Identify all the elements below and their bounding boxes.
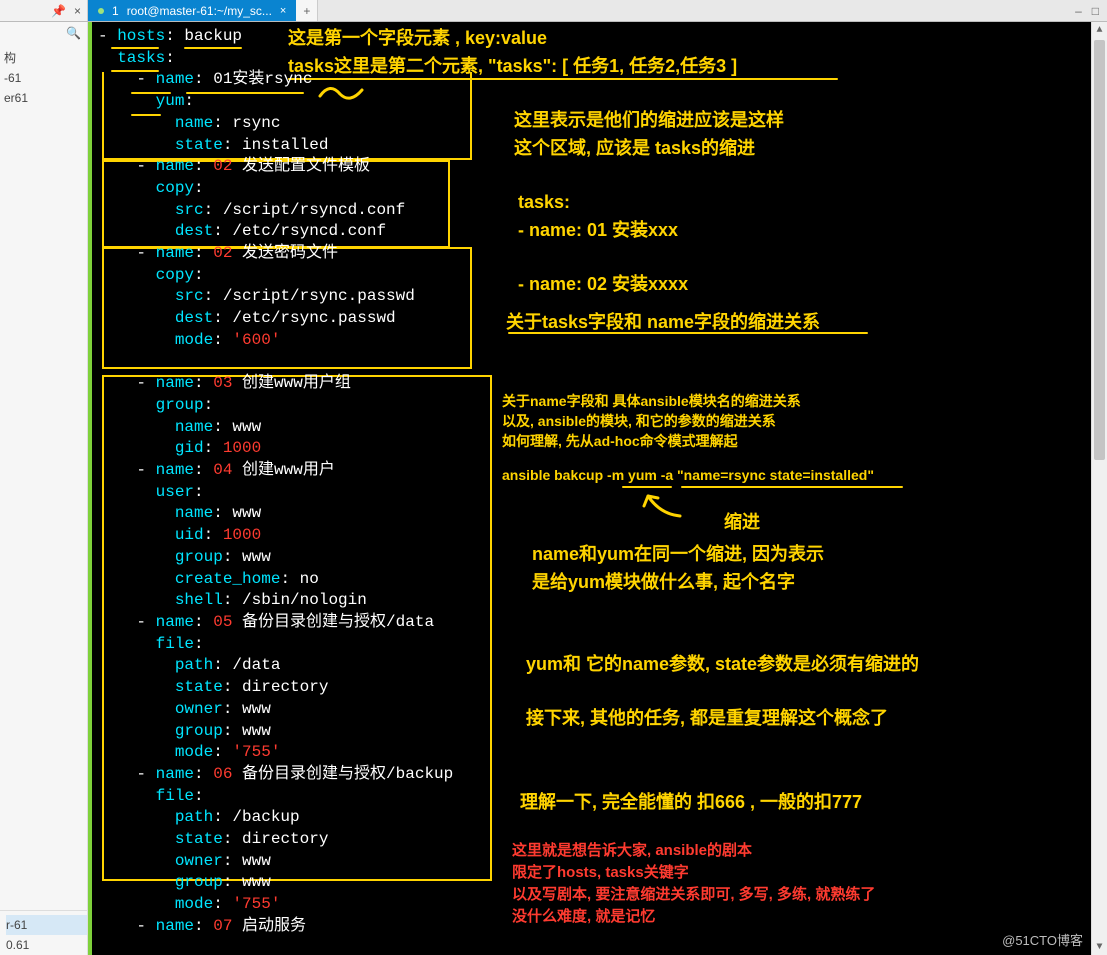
annotation: ansible bakcup -m yum -a "name=rsync sta… <box>502 466 874 486</box>
annotation: 关于tasks字段和 name字段的缩进关系 <box>506 310 820 335</box>
annotation-red: 以及写剧本, 要注意缩进关系即可, 多写, 多练, 就熟练了 <box>512 884 875 905</box>
annotation: yum和 它的name参数, state参数是必须有缩进的 <box>526 652 919 677</box>
maximize-icon[interactable]: □ <box>1092 4 1099 18</box>
annotation: tasks这里是第二个元素, "tasks": [ 任务1, 任务2,任务3 ] <box>288 54 737 79</box>
annotation: 这是第一个字段元素 , key:value <box>288 26 547 51</box>
watermark: @51CTO博客 <box>1002 930 1083 949</box>
annotation-red: 限定了hosts, tasks关键字 <box>512 862 689 883</box>
connection-status-icon <box>98 8 104 14</box>
tab-index: 1 <box>112 4 119 18</box>
tree-item[interactable]: er61 <box>4 88 87 108</box>
annotation-red: 没什么难度, 就是记忆 <box>512 906 655 927</box>
tab-add-button[interactable]: + <box>296 0 318 21</box>
window-controls: – □ <box>1067 0 1107 21</box>
tree-item[interactable]: 构 <box>4 48 87 68</box>
pin-icon[interactable]: 📌 <box>51 4 66 18</box>
sidebar: 🔍 构 -61 er61 r-61 0.61 <box>0 22 88 955</box>
terminal-gutter <box>88 22 92 955</box>
annotation: 关于name字段和 具体ansible模块名的缩进关系 <box>502 392 801 412</box>
annotation: 这个区域, 应该是 tasks的缩进 <box>514 136 755 161</box>
tab-active[interactable]: 1 root@master-61:~/my_sc... × <box>88 0 296 21</box>
session-item[interactable]: r-61 <box>6 915 87 935</box>
tab-left-controls: 📌 × <box>0 0 88 21</box>
annotation-red: 这里就是想告诉大家, ansible的剧本 <box>512 840 752 861</box>
annotation: 如何理解, 先从ad-hoc命令模式理解起 <box>502 432 738 452</box>
scroll-up-icon[interactable]: ▲ <box>1092 22 1107 38</box>
vertical-scrollbar[interactable]: ▲ ▼ <box>1091 22 1107 955</box>
minimize-icon[interactable]: – <box>1075 4 1082 18</box>
annotation: name和yum在同一个缩进, 因为表示 <box>532 542 824 567</box>
tab-bar: 📌 × 1 root@master-61:~/my_sc... × + – □ <box>0 0 1107 22</box>
close-panel-icon[interactable]: × <box>74 4 81 18</box>
sidebar-bottom: r-61 0.61 <box>0 910 87 955</box>
annotation: - name: 01 安装xxx <box>518 218 678 243</box>
annotation: tasks: <box>518 190 570 215</box>
tab-title: root@master-61:~/my_sc... <box>127 4 272 18</box>
tab-close-icon[interactable]: × <box>280 5 286 17</box>
underline <box>622 486 672 488</box>
scroll-down-icon[interactable]: ▼ <box>1092 939 1107 955</box>
annotation: 是给yum模块做什么事, 起个名字 <box>532 570 795 595</box>
annotation: 这里表示是他们的缩进应该是这样 <box>514 108 784 133</box>
annotation: 缩进 <box>724 510 760 535</box>
annotation: - name: 02 安装xxxx <box>518 272 688 297</box>
code-content: - hosts: backup tasks: - name: 01安装rsync… <box>98 26 453 938</box>
search-icon[interactable]: 🔍 <box>66 26 81 40</box>
host-tree[interactable]: 构 -61 er61 <box>0 44 87 108</box>
underline <box>681 486 903 488</box>
annotation: 接下来, 其他的任务, 都是重复理解这个概念了 <box>526 706 888 731</box>
tree-item[interactable]: -61 <box>4 68 87 88</box>
terminal-pane[interactable]: - hosts: backup tasks: - name: 01安装rsync… <box>88 22 1107 955</box>
session-item[interactable]: 0.61 <box>6 935 87 955</box>
arrow-icon <box>640 490 690 520</box>
annotation: 以及, ansible的模块, 和它的参数的缩进关系 <box>502 412 776 432</box>
scrollbar-thumb[interactable] <box>1094 40 1105 460</box>
annotation: 理解一下, 完全能懂的 扣666 , 一般的扣777 <box>520 790 862 815</box>
